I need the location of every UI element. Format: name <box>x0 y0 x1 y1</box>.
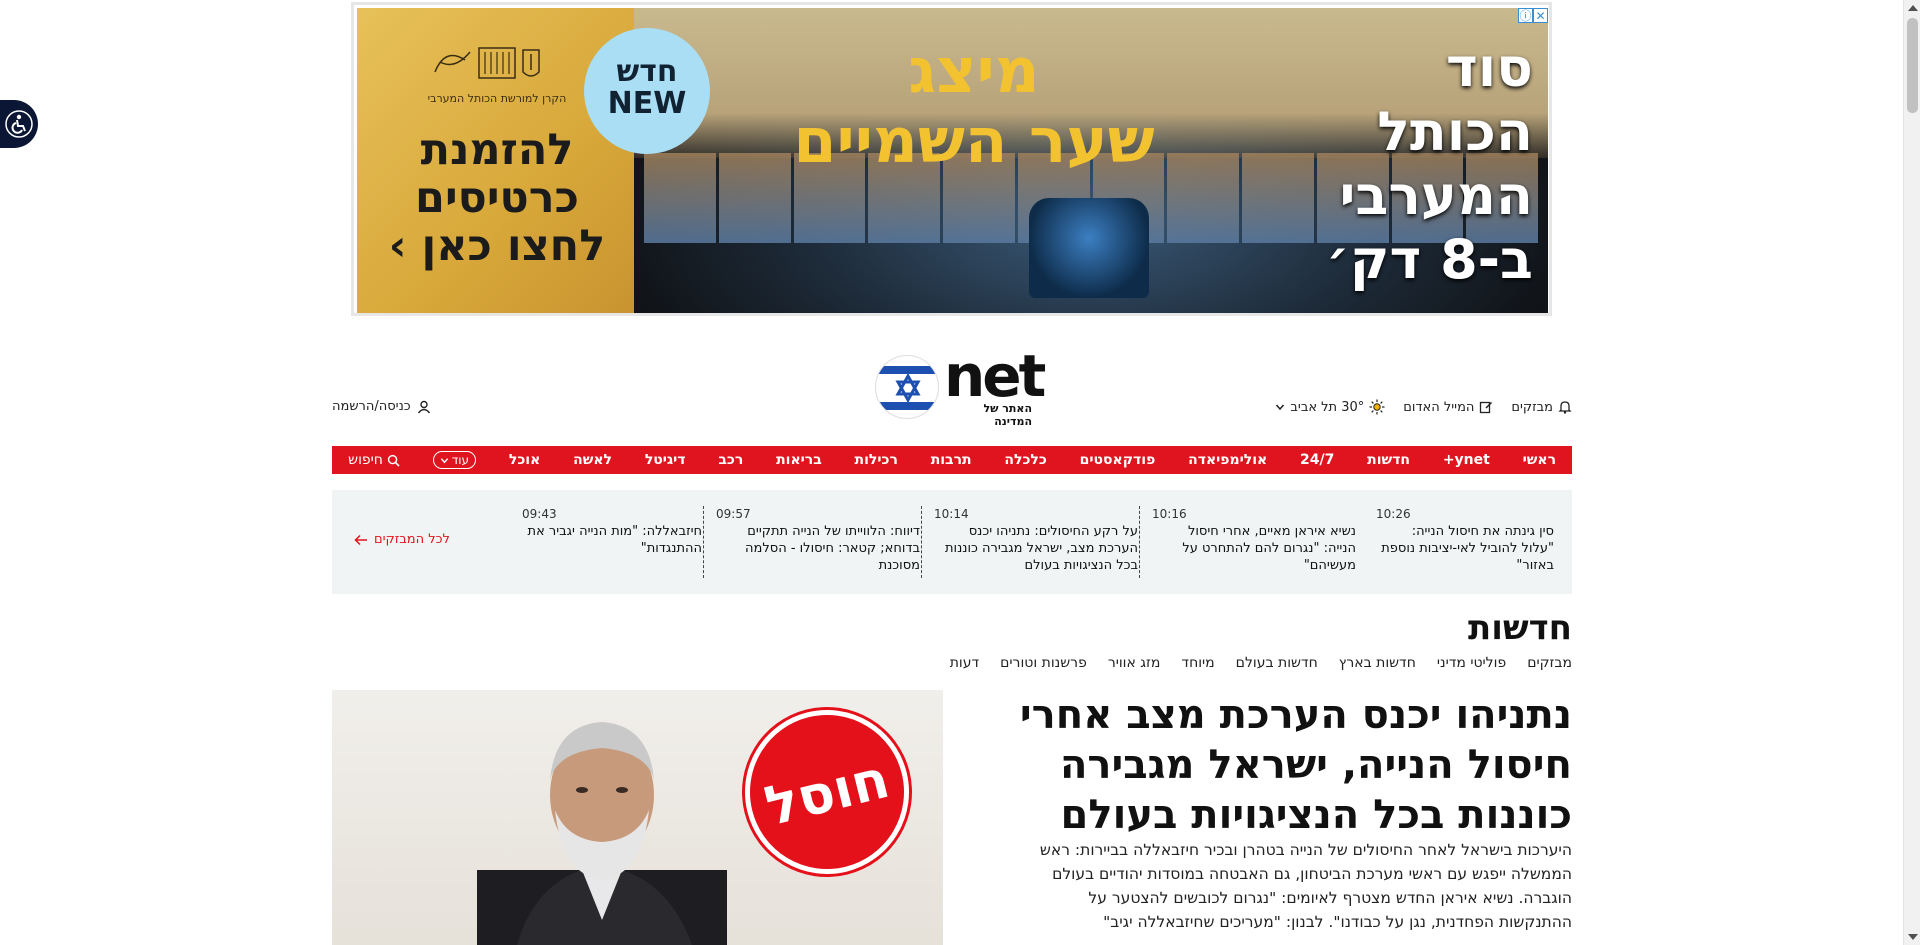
nav-more-button[interactable]: עוד <box>432 451 477 469</box>
subnav-item-local[interactable]: חדשות בארץ <box>1339 655 1416 671</box>
nav-search-button[interactable]: חיפוש <box>348 452 400 468</box>
scroll-thumb[interactable] <box>1907 18 1918 113</box>
nav-item-ynet-plus[interactable]: ynet+ <box>1443 452 1490 468</box>
weather-widget[interactable]: 30° תל אביב <box>1275 399 1385 415</box>
flash-news-label: מבזקים <box>1511 399 1553 415</box>
ad-banner[interactable]: הקרן למורשת הכותל המערבי להזמנת כרטיסים … <box>351 2 1552 316</box>
person-photo <box>477 722 727 945</box>
all-flash-link[interactable]: לכל המבזקים <box>354 532 450 547</box>
login-link[interactable]: כניסה/הרשמה <box>332 399 431 414</box>
flash-text: סין גינתה את חיסול הנייה: "עלול להוביל ל… <box>1381 524 1554 573</box>
flash-ticker: 10:26 סין גינתה את חיסול הנייה: "עלול לה… <box>332 490 1572 594</box>
ad-cta-text[interactable]: להזמנת כרטיסים לחצו כאן › <box>377 126 617 270</box>
israel-flag-icon <box>875 355 939 419</box>
nav-item-home[interactable]: ראשי <box>1523 452 1556 468</box>
flash-time: 10:26 <box>1376 507 1411 521</box>
ad-new-badge: חדש NEW <box>584 28 710 154</box>
nav-item-olympics[interactable]: אולימפיאדה <box>1188 452 1267 468</box>
sun-icon <box>1369 399 1385 415</box>
weather-label: 30° תל אביב <box>1290 399 1365 415</box>
subnav-item-special[interactable]: מיוחד <box>1181 655 1214 671</box>
flash-time: 10:14 <box>934 507 969 521</box>
main-headline[interactable]: נתניהו יכנס הערכת מצב אחרי חיסול הנייה, … <box>1012 690 1572 840</box>
subnav-item-weather[interactable]: מזג אוויר <box>1108 655 1161 671</box>
eliminated-stamp: חוסל <box>727 692 927 892</box>
all-flash-label: לכל המבזקים <box>374 532 450 547</box>
ad-badge-he: חדש <box>616 54 678 89</box>
red-mail-label: המייל האדום <box>1403 399 1475 415</box>
subnav-item-opinion[interactable]: דעות <box>950 655 979 671</box>
accessibility-button[interactable] <box>0 100 38 148</box>
logo-text: net <box>944 342 1046 410</box>
nav-item-economy[interactable]: כלכלה <box>1004 452 1046 468</box>
ad-info-icon[interactable]: ⓘ <box>1518 8 1533 23</box>
accessibility-icon <box>5 110 33 138</box>
flash-item[interactable]: 10:14 על רקע החיסולים: נתניהו יכנס הערכת… <box>921 506 1138 578</box>
header-utilities: מבזקים המייל האדום 30° תל אביב <box>1275 399 1572 415</box>
user-icon <box>417 400 430 413</box>
main-article-image[interactable]: חוסל <box>332 690 943 945</box>
flash-text: על רקע החיסולים: נתניהו יכנס הערכת מצב, … <box>945 524 1138 573</box>
nav-item-podcasts[interactable]: פודקאסטים <box>1080 452 1156 468</box>
nav-item-health[interactable]: בריאות <box>776 452 822 468</box>
arrow-left-icon <box>354 534 367 545</box>
ad-right-text: סוד הכותל המערבי ב-8 דק׳ <box>1325 36 1533 291</box>
chevron-down-icon <box>1276 404 1285 411</box>
subnav-item-world[interactable]: חדשות בעולם <box>1236 655 1318 671</box>
flash-item[interactable]: 10:26 סין גינתה את חיסול הנייה: "עלול לה… <box>1376 506 1554 578</box>
ad-org-name: הקרן למורשת הכותל המערבי <box>427 92 567 105</box>
logo-subtitle: האתר של המדינה <box>983 402 1032 428</box>
nav-item-cars[interactable]: רכב <box>718 452 743 468</box>
flash-text: דיווח: הלווייתו של הנייה תתקיים בדוחא; ק… <box>745 524 920 573</box>
ad-title: מיצג שער השמיים <box>714 36 1234 176</box>
nav-more-label: עוד <box>451 453 470 467</box>
red-mail-link[interactable]: המייל האדום <box>1403 400 1493 415</box>
nav-item-culture[interactable]: תרבות <box>931 452 972 468</box>
flash-item[interactable]: 09:57 דיווח: הלווייתו של הנייה תתקיים בד… <box>703 506 920 578</box>
nav-item-food[interactable]: אוכל <box>509 452 540 468</box>
flash-text: נשיא איראן מאיים, אחרי חיסול הנייה: "נגר… <box>1182 524 1356 573</box>
flash-text: חיזבאללה: "מות הנייה יגביר את ההתנגדות" <box>527 524 702 556</box>
nav-item-24-7[interactable]: 24/7 <box>1300 452 1334 468</box>
ad-badge-en: NEW <box>607 86 687 121</box>
flash-item[interactable]: 10:16 נשיא איראן מאיים, אחרי חיסול הנייה… <box>1139 506 1356 578</box>
scroll-up-icon[interactable] <box>1908 5 1918 11</box>
flash-news-link[interactable]: מבזקים <box>1511 400 1572 415</box>
ad-org-logo <box>415 42 575 92</box>
chevron-down-icon <box>440 457 448 463</box>
flash-time: 09:43 <box>522 507 557 521</box>
flash-time: 10:16 <box>1152 507 1187 521</box>
ad-left-panel: הקרן למורשת הכותל המערבי להזמנת כרטיסים … <box>357 8 634 313</box>
ad-title-line1: מיצג <box>908 34 1040 107</box>
login-label: כניסה/הרשמה <box>332 399 411 414</box>
nav-item-news[interactable]: חדשות <box>1367 452 1410 468</box>
site-logo[interactable]: net האתר של המדינה <box>872 342 1046 428</box>
bell-icon <box>1558 401 1572 414</box>
ad-main-panel: חדש NEW מיצג שער השמיים סוד הכותל המערבי… <box>584 8 1548 313</box>
scroll-down-icon[interactable] <box>1908 934 1918 940</box>
main-summary: היערכות בישראל לאחר החיסולים של הנייה בט… <box>1039 841 1572 931</box>
nav-item-digital[interactable]: דיגיטל <box>645 452 686 468</box>
flash-item[interactable]: 09:43 חיזבאללה: "מות הנייה יגביר את ההתנ… <box>522 506 702 578</box>
subnav-item-political[interactable]: פוליטי מדיני <box>1437 655 1506 671</box>
ad-close-icon[interactable]: ✕ <box>1533 8 1548 23</box>
subnav-item-flash[interactable]: מבזקים <box>1527 655 1572 671</box>
nav-item-women[interactable]: לאשה <box>573 452 612 468</box>
search-icon <box>387 454 400 467</box>
flash-time: 09:57 <box>716 507 751 521</box>
nav-item-gossip[interactable]: רכילות <box>855 452 898 468</box>
edit-icon <box>1480 401 1493 414</box>
section-title: חדשות <box>1467 608 1572 648</box>
ad-controls: ⓘ ✕ <box>1518 8 1548 23</box>
subnav-item-analysis[interactable]: פרשנות וטורים <box>1000 655 1087 671</box>
ad-title-line2: שער השמיים <box>793 104 1155 177</box>
main-nav: ראשי ynet+ חדשות 24/7 אולימפיאדה פודקאסט… <box>332 446 1572 474</box>
nav-search-label: חיפוש <box>348 452 383 468</box>
page-scrollbar[interactable] <box>1903 0 1920 945</box>
section-subnav: מבזקים פוליטי מדיני חדשות בארץ חדשות בעו… <box>950 655 1572 671</box>
